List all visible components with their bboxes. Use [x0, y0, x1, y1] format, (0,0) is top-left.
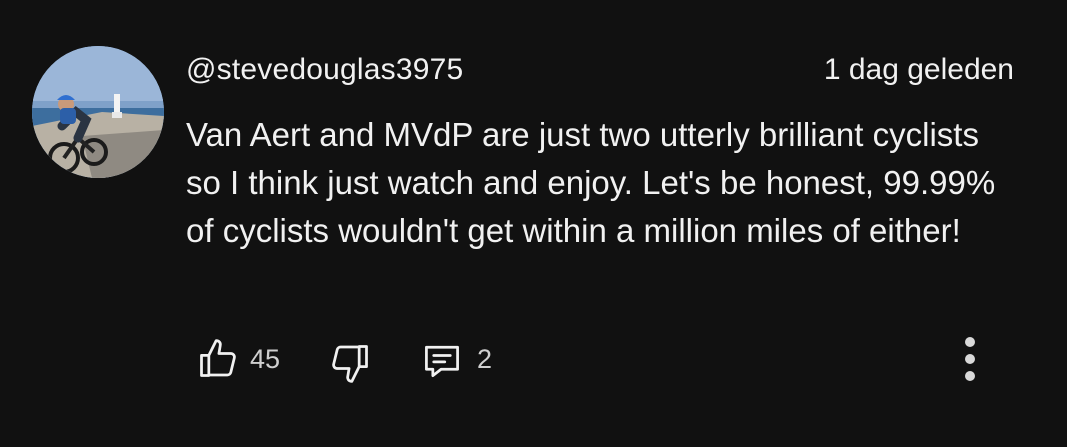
more-vertical-icon: [965, 337, 975, 381]
comment-icon: [425, 345, 459, 378]
thumbs-up-icon: [200, 339, 236, 377]
reply-count: 2: [477, 344, 493, 374]
comment-text: Van Aert and MVdP are just two utterly b…: [186, 116, 996, 249]
comment-author[interactable]: @stevedouglas3975: [186, 53, 463, 87]
thumbs-down-icon: [332, 345, 368, 383]
avatar[interactable]: [32, 46, 164, 178]
like-button[interactable]: [196, 337, 240, 381]
reply-button[interactable]: [420, 339, 464, 383]
comment-timestamp[interactable]: 1 dag geleden: [824, 53, 1014, 87]
avatar-image: [32, 46, 164, 178]
dislike-button[interactable]: [328, 341, 372, 385]
like-count: 45: [250, 344, 281, 374]
more-options-button[interactable]: [952, 334, 988, 386]
